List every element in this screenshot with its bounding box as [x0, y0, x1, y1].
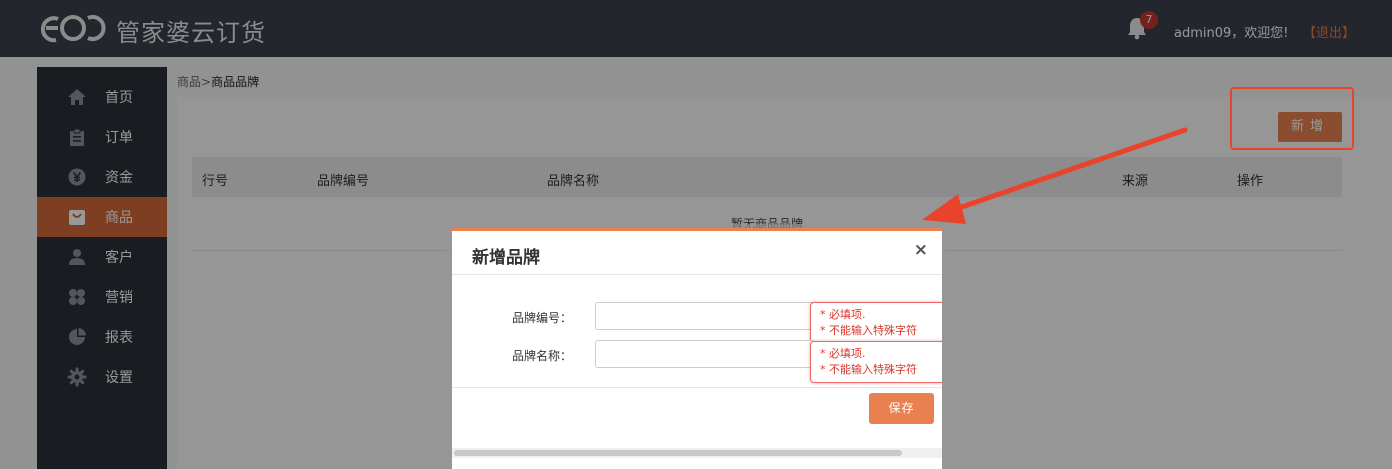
- modal-title: 新增品牌: [472, 248, 540, 268]
- brand-code-label: 品牌编号：: [511, 311, 572, 325]
- brand-code-error-tip: * 必填项. * 不能输入特殊字符: [810, 302, 942, 344]
- brand-name-label: 品牌名称：: [511, 349, 572, 363]
- error-line: * 必填项.: [820, 308, 866, 321]
- modal-footer-divider: [452, 387, 942, 388]
- brand-code-input[interactable]: [595, 302, 815, 330]
- scrollbar-thumb[interactable]: [454, 450, 902, 456]
- brand-name-error-tip: * 必填项. * 不能输入特殊字符: [810, 341, 942, 383]
- annotation-highlight-box: [1230, 87, 1354, 150]
- brand-name-input[interactable]: [595, 340, 815, 368]
- save-button[interactable]: 保存: [869, 393, 934, 424]
- add-brand-modal: 新增品牌 × 品牌编号： * 必填项. * 不能输入特殊字符 品牌名称： * 必…: [452, 228, 942, 469]
- error-line: * 不能输入特殊字符: [820, 324, 917, 337]
- modal-divider: [452, 274, 942, 275]
- error-line: * 不能输入特殊字符: [820, 363, 917, 376]
- error-line: * 必填项.: [820, 347, 866, 360]
- close-icon[interactable]: ×: [914, 240, 928, 260]
